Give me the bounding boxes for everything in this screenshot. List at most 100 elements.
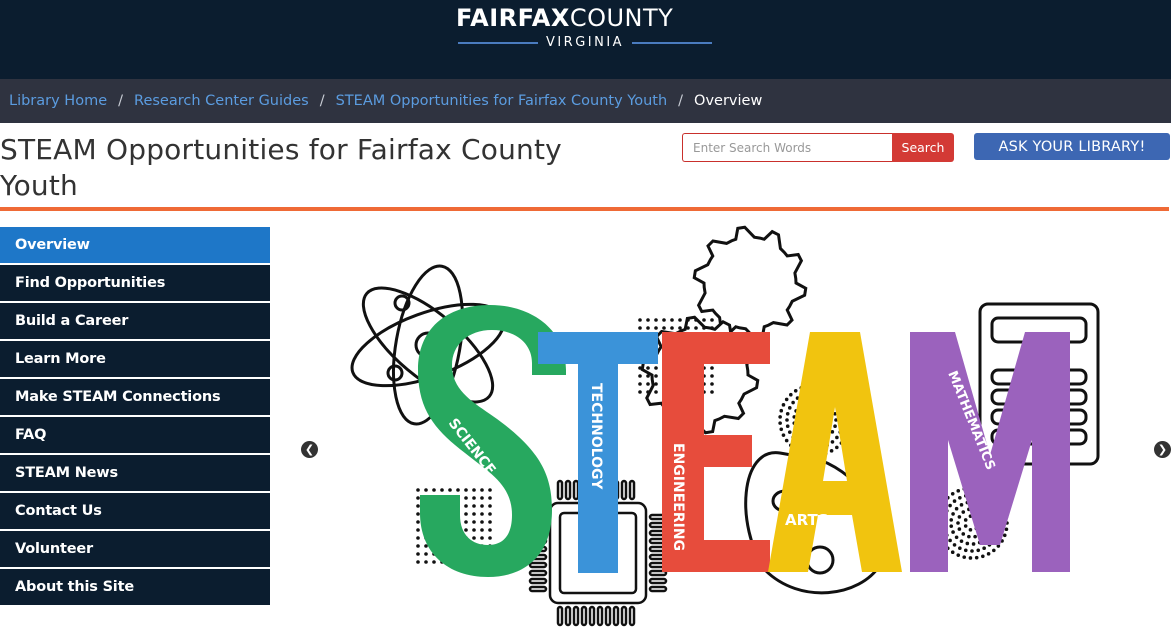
label-engineering: ENGINEERING xyxy=(670,443,686,551)
ask-your-library-button[interactable]: ASK YOUR LIBRARY! xyxy=(974,133,1170,160)
dot xyxy=(638,326,642,330)
chip-pin xyxy=(604,605,612,627)
dot xyxy=(678,318,682,322)
chip-pin xyxy=(628,605,636,627)
dot xyxy=(416,496,420,500)
dot xyxy=(951,512,955,516)
dot xyxy=(778,421,782,425)
dot xyxy=(432,488,436,492)
dot xyxy=(950,491,955,496)
dot xyxy=(464,504,468,508)
nav-item-find-opportunities[interactable]: Find Opportunities xyxy=(0,265,270,301)
chip-pin xyxy=(528,577,548,585)
dot xyxy=(973,534,977,539)
dot xyxy=(958,546,962,551)
dot xyxy=(787,430,792,434)
gear-shape xyxy=(692,225,808,341)
search-form: Search xyxy=(682,133,954,162)
dot xyxy=(416,520,420,524)
nav-item-steam-news[interactable]: STEAM News xyxy=(0,455,270,491)
dot xyxy=(968,528,973,532)
dot xyxy=(456,488,460,492)
dot xyxy=(480,520,484,524)
dot xyxy=(472,488,476,492)
breadcrumb-library-home[interactable]: Library Home xyxy=(9,93,107,109)
dot xyxy=(710,382,714,386)
dot xyxy=(472,536,476,540)
dot xyxy=(779,427,784,432)
dot xyxy=(784,397,789,402)
search-input[interactable] xyxy=(682,133,892,162)
guide-side-nav: Overview Find Opportunities Build a Care… xyxy=(0,227,270,607)
dot xyxy=(957,527,962,531)
dot xyxy=(962,555,967,559)
title-divider xyxy=(0,207,1169,211)
dot xyxy=(957,515,962,519)
dot xyxy=(646,390,650,394)
dot xyxy=(480,504,484,508)
nav-item-overview[interactable]: Overview xyxy=(0,227,270,263)
chevron-right-icon[interactable]: ❯ xyxy=(1154,441,1171,458)
chip-pin xyxy=(528,569,548,577)
dot xyxy=(710,366,714,370)
chip-pin xyxy=(648,577,668,585)
chip-pin xyxy=(620,479,628,501)
chip-pin xyxy=(528,561,548,569)
chevron-left-icon[interactable]: ❮ xyxy=(301,441,318,458)
steam-illustration: SCIENCE TECHNOLOGY ENGINEERING ARTS MATH… xyxy=(350,225,1100,627)
logo-virginia: VIRGINIA xyxy=(545,35,625,50)
logo-divider-left xyxy=(458,42,538,44)
dot xyxy=(952,543,957,547)
dot xyxy=(948,503,952,508)
chip-pin xyxy=(612,605,620,627)
dot xyxy=(416,512,420,516)
dot xyxy=(472,496,476,500)
dot xyxy=(416,528,420,532)
dot xyxy=(464,528,468,532)
dot xyxy=(710,374,714,378)
dot xyxy=(424,544,428,548)
nav-item-make-steam-connections[interactable]: Make STEAM Connections xyxy=(0,379,270,415)
chip-pin xyxy=(588,605,596,627)
breadcrumb-steam-opportunities[interactable]: STEAM Opportunities for Fairfax County Y… xyxy=(336,93,668,109)
dot xyxy=(710,390,714,394)
dot xyxy=(638,366,642,370)
dot xyxy=(963,524,968,528)
nav-item-contact-us[interactable]: Contact Us xyxy=(0,493,270,529)
dot xyxy=(779,408,784,413)
dot xyxy=(488,520,492,524)
dot xyxy=(678,326,682,330)
dot xyxy=(710,318,714,322)
nav-item-faq[interactable]: FAQ xyxy=(0,417,270,453)
nav-item-build-a-career[interactable]: Build a Career xyxy=(0,303,270,339)
dot xyxy=(968,556,973,560)
nav-item-learn-more[interactable]: Learn More xyxy=(0,341,270,377)
dot xyxy=(778,415,782,419)
dot xyxy=(416,544,420,548)
fairfax-county-logo[interactable]: FAIRFAXCOUNTY VIRGINIA xyxy=(456,4,714,56)
dot xyxy=(976,548,981,553)
dot xyxy=(472,520,476,524)
dot xyxy=(954,506,959,511)
nav-item-volunteer[interactable]: Volunteer xyxy=(0,531,270,567)
dot xyxy=(952,499,957,503)
dot xyxy=(638,374,642,378)
logo-fairfax: FAIRFAX xyxy=(456,4,570,32)
dot xyxy=(488,504,492,508)
dot xyxy=(970,549,974,553)
breadcrumb: Library Home / Research Center Guides / … xyxy=(0,79,1171,123)
dot xyxy=(472,512,476,516)
breadcrumb-research-center-guides[interactable]: Research Center Guides xyxy=(134,93,309,109)
dot xyxy=(982,546,986,551)
dot xyxy=(992,548,996,553)
dot xyxy=(791,400,795,405)
nav-item-about-this-site[interactable]: About this Site xyxy=(0,569,270,605)
dot xyxy=(965,541,970,546)
breadcrumb-separator: / xyxy=(118,93,124,109)
search-button[interactable]: Search xyxy=(892,133,954,162)
chip-pin xyxy=(564,479,572,501)
dot xyxy=(654,390,658,394)
dot xyxy=(686,318,690,322)
dot xyxy=(448,488,452,492)
dot xyxy=(963,548,968,553)
